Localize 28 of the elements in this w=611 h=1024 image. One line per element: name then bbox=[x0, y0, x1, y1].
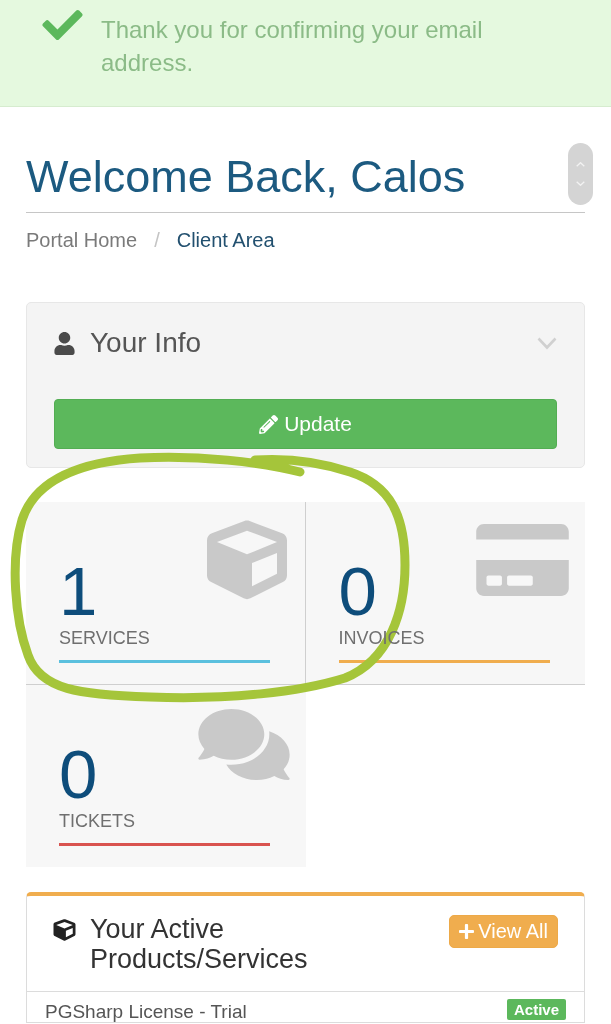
alert-message: Thank you for confirming your email address. bbox=[101, 15, 484, 78]
chevron-down-icon bbox=[576, 181, 585, 186]
product-link[interactable]: PGSharp License - Trial bbox=[45, 1002, 247, 1022]
stat-label: SERVICES bbox=[59, 627, 150, 649]
chevron-up-icon bbox=[576, 162, 585, 167]
credit-card-icon bbox=[476, 524, 569, 596]
stat-count: 0 bbox=[338, 557, 377, 626]
scroll-control[interactable] bbox=[568, 143, 593, 205]
user-icon bbox=[54, 331, 75, 355]
page-title: Welcome Back, Calos bbox=[26, 152, 466, 202]
plus-icon bbox=[459, 924, 475, 939]
status-label: Active bbox=[506, 999, 566, 1020]
cube-icon bbox=[205, 520, 288, 600]
breadcrumb-separator: / bbox=[154, 228, 160, 252]
panel-title: Your Active Products/Services bbox=[90, 914, 309, 974]
check-icon bbox=[42, 10, 83, 40]
stat-label: TICKETS bbox=[59, 810, 135, 832]
pencil-icon bbox=[259, 414, 279, 434]
chevron-down-icon[interactable] bbox=[537, 336, 557, 350]
cube-icon bbox=[53, 919, 76, 941]
stat-count: 1 bbox=[59, 557, 98, 626]
breadcrumb-link[interactable]: Client Area bbox=[176, 228, 275, 252]
stat-tile[interactable]: 1 SERVICES bbox=[26, 502, 306, 685]
panel-title: Your Info bbox=[90, 327, 202, 359]
stat-tile[interactable]: 0 TICKETS bbox=[26, 685, 306, 867]
speech-bubbles-icon bbox=[197, 709, 290, 780]
breadcrumb-link[interactable]: Portal Home bbox=[26, 228, 138, 252]
stat-count: 0 bbox=[59, 740, 98, 809]
